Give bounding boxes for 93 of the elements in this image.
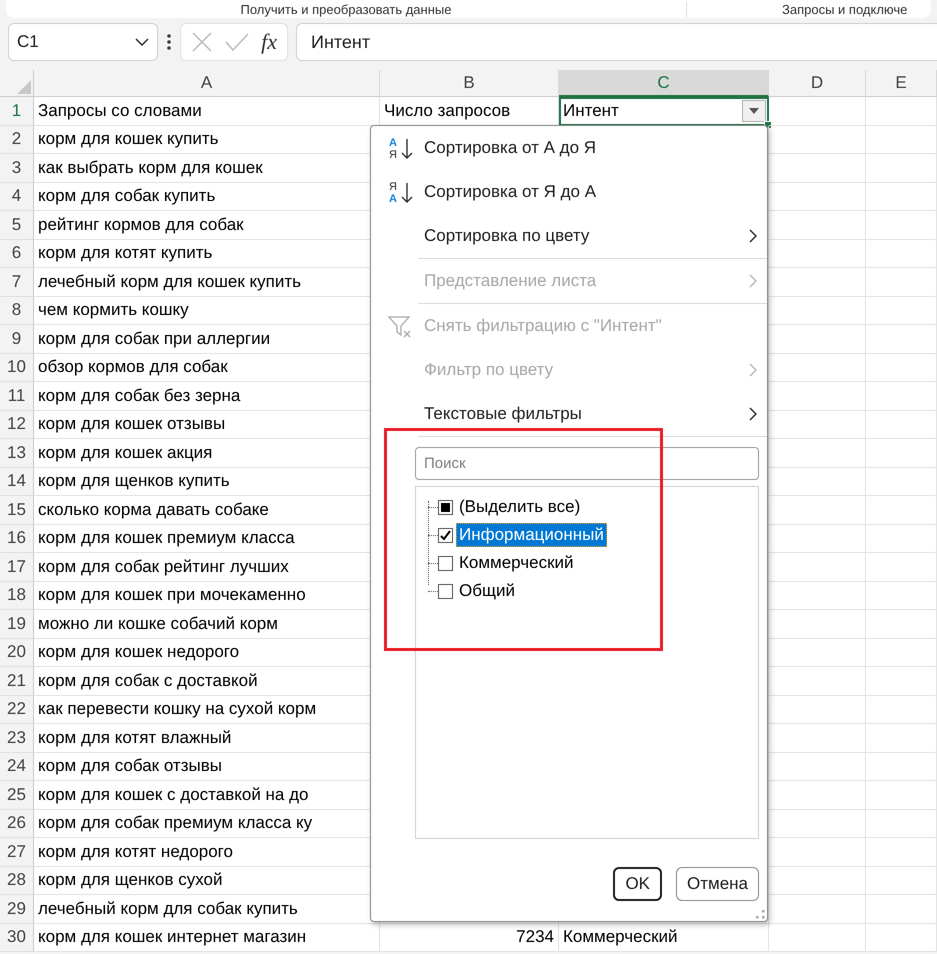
filter-value[interactable]: (Выделить все) [456,495,584,519]
empty-cell [866,924,937,952]
empty-cell [866,126,937,154]
empty-cell [866,240,937,268]
row-header[interactable]: 5 [0,211,34,240]
row-header[interactable]: 21 [0,667,34,696]
empty-cell [866,866,937,895]
chevron-down-icon [135,38,149,46]
empty-cell [866,182,937,211]
row-header[interactable]: 6 [0,240,34,268]
filter-value[interactable]: Информационный [456,523,607,547]
row-header[interactable]: 7 [0,268,34,296]
row-header[interactable]: 17 [0,553,34,582]
row-header[interactable]: 26 [0,810,34,838]
table-cell: 7234 [380,924,559,952]
empty-cell [866,667,937,696]
row-header[interactable]: 16 [0,524,34,553]
empty-cell [866,752,937,781]
name-box[interactable]: C1 [8,23,158,61]
empty-cell [866,838,937,866]
row-header[interactable]: 4 [0,182,34,211]
row-header[interactable]: 9 [0,325,34,354]
row-header[interactable]: 20 [0,638,34,667]
empty-cell [866,553,937,582]
row-header[interactable]: 22 [0,696,34,724]
row-header[interactable]: 3 [0,154,34,182]
row-header[interactable]: 15 [0,496,34,524]
clear-filter-icon [387,314,413,340]
empty-cell [866,325,937,354]
row-header[interactable]: 18 [0,582,34,610]
empty-cell [866,468,937,496]
filter-value[interactable]: Общий [456,579,518,603]
empty-cell [866,439,937,468]
row-header[interactable]: 2 [0,126,34,154]
filter-dropdown-button[interactable] [742,100,766,122]
checkbox[interactable] [438,500,453,514]
empty-cell [866,354,937,382]
row-header[interactable]: 1 [0,97,34,126]
empty-cell [866,895,937,924]
resize-grip-icon[interactable] [755,909,765,919]
empty-cell [866,268,937,296]
dialog-button[interactable]: Отмена [676,867,759,901]
empty-cell [866,382,937,410]
column-header[interactable]: D [769,70,866,97]
column-header[interactable]: E [866,70,937,97]
row-header[interactable]: 24 [0,752,34,781]
empty-cell [866,296,937,325]
row-header[interactable]: 19 [0,610,34,638]
table-cell: Коммерческий [559,924,769,952]
ribbon-group-label: Получить и преобразовать данные [6,2,687,16]
empty-cell [866,582,937,610]
empty-cell [866,696,937,724]
table-cell: Запросы со словами [34,97,380,126]
row-header[interactable]: 28 [0,866,34,895]
empty-cell [866,724,937,752]
row-header[interactable]: 8 [0,296,34,325]
empty-cell [866,211,937,240]
row-header[interactable]: 27 [0,838,34,866]
row-header[interactable]: 10 [0,354,34,382]
row-header[interactable]: 29 [0,895,34,924]
empty-cell [866,97,937,126]
empty-cell [866,524,937,553]
empty-cell [866,496,937,524]
insert-function-button[interactable]: fx [261,29,277,55]
empty-cell [866,638,937,667]
checkbox[interactable] [438,584,453,598]
table-cell: корм для кошек интернет магазин [34,924,380,952]
row-header[interactable]: 30 [0,924,34,952]
empty-cell [866,781,937,810]
more-options-icon[interactable] [166,32,172,52]
column-header[interactable]: A [34,70,380,97]
empty-cell [866,154,937,182]
row-header[interactable]: 23 [0,724,34,752]
ribbon-group-label: Запросы и подключе [781,2,908,16]
filter-value[interactable]: Коммерческий [456,551,577,575]
checkbox[interactable] [438,528,453,542]
empty-cell [866,810,937,838]
empty-cell [866,410,937,439]
formula-field[interactable]: Интент [296,23,937,61]
dialog-button[interactable]: OK [613,867,662,901]
row-header[interactable]: 12 [0,410,34,439]
header-text: Интент [563,100,619,121]
row-header[interactable]: 25 [0,781,34,810]
search-field[interactable]: Поиск [415,447,759,480]
triangle-down-icon [749,108,759,114]
checkmark-icon[interactable] [225,32,250,52]
table-cell[interactable]: Интент [559,97,769,126]
row-header[interactable]: 11 [0,382,34,410]
checkbox[interactable] [438,556,453,570]
row-header[interactable]: 13 [0,439,34,468]
empty-cell [866,610,937,638]
row-header[interactable]: 14 [0,468,34,496]
column-header[interactable]: C [559,70,769,97]
